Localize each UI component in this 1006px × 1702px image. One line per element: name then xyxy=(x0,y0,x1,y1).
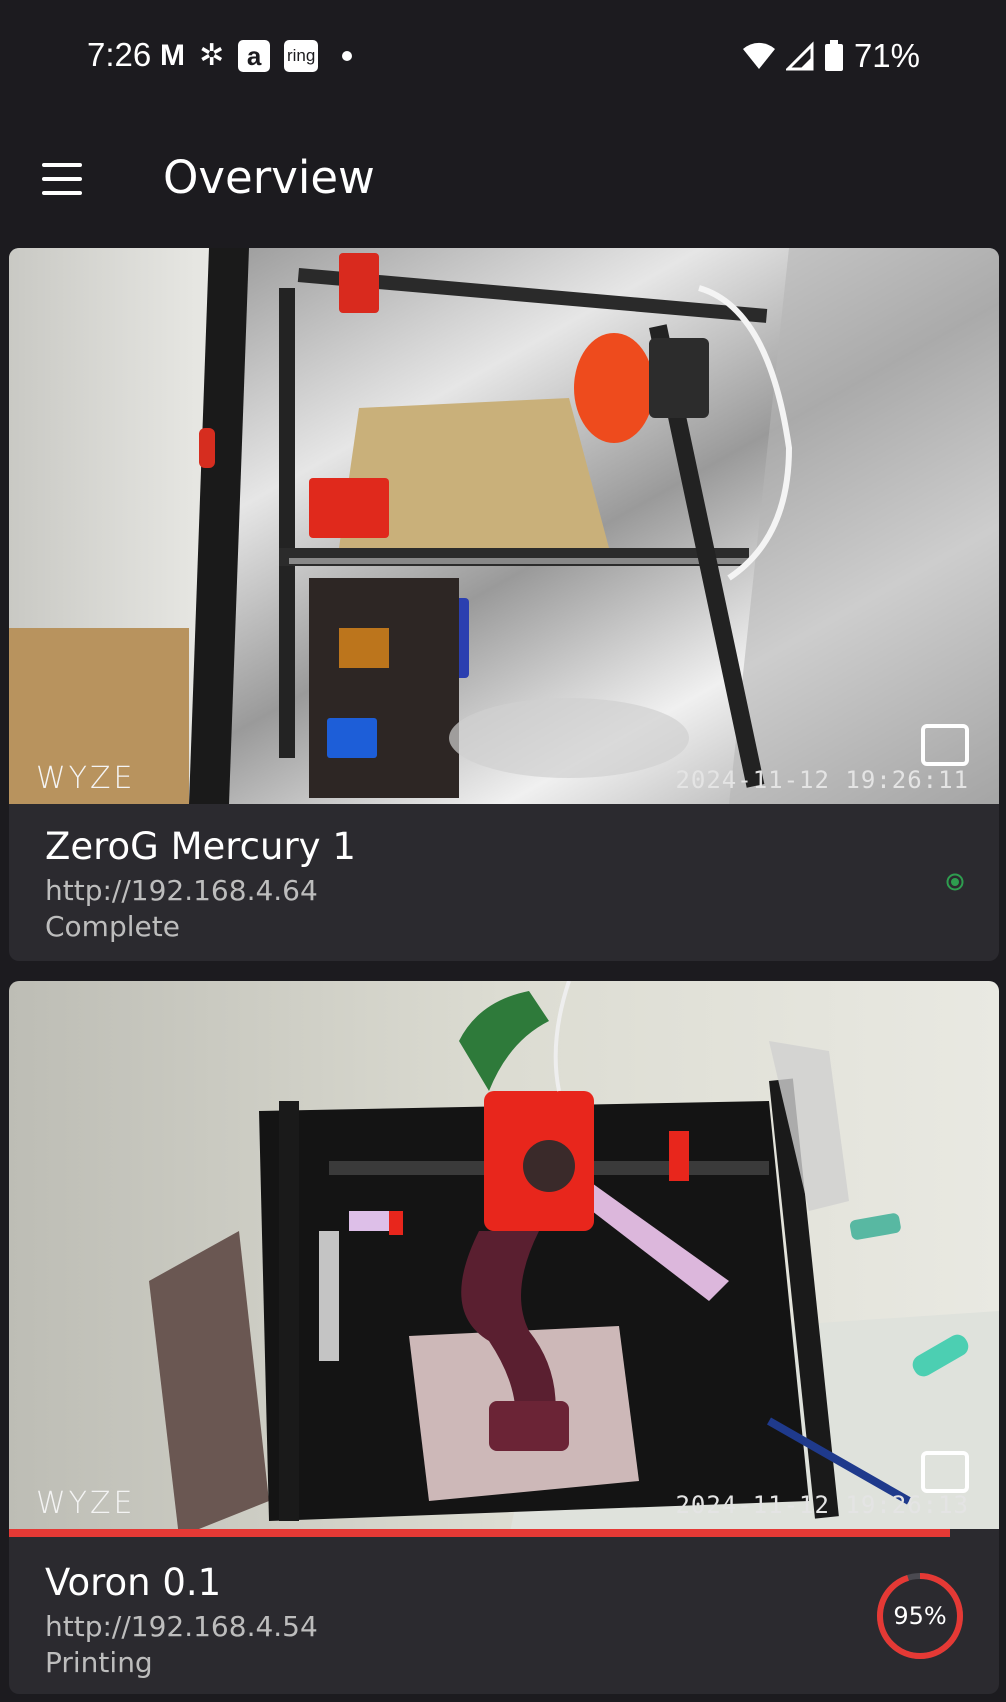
camera-brand-watermark: WYZE xyxy=(36,1486,136,1521)
notification-icons: M ✲ a ring xyxy=(160,36,353,76)
printer-name: Voron 0.1 xyxy=(45,1561,222,1604)
printer-status: Printing xyxy=(45,1646,153,1679)
dot-icon xyxy=(342,51,353,61)
camera-timestamp: 2024-11-12 19:26:13 xyxy=(675,1491,969,1519)
camera-image xyxy=(9,248,999,804)
printer-card-voron[interactable]: WYZE 2024-11-12 19:26:13 Voron 0.1 http:… xyxy=(9,981,999,1694)
print-progress-bar xyxy=(9,1529,999,1537)
menu-icon[interactable] xyxy=(40,163,84,195)
print-progress-ring: 95% xyxy=(874,1570,966,1662)
app-bar: Overview xyxy=(0,115,1006,235)
system-icons: 71% xyxy=(742,36,920,76)
print-progress-label: 95% xyxy=(893,1602,947,1630)
gmail-icon: M xyxy=(160,39,185,72)
cell-signal-icon xyxy=(785,41,814,71)
status-time: 7:26 xyxy=(87,36,152,73)
printer-card-zerog-mercury[interactable]: WYZE 2024-11-12 19:26:11 ZeroG Mercury 1… xyxy=(9,248,999,961)
printer-info: Voron 0.1 http://192.168.4.54 Printing xyxy=(45,1559,318,1681)
camera-timestamp: 2024-11-12 19:26:11 xyxy=(675,766,969,794)
ring-icon: ring xyxy=(284,40,319,72)
camera-feed[interactable]: WYZE 2024-11-12 19:26:13 xyxy=(9,981,999,1537)
printer-url: http://192.168.4.64 xyxy=(45,874,318,907)
status-bar: 7:26 M ✲ a ring 71% xyxy=(0,0,1006,115)
printer-info: ZeroG Mercury 1 http://192.168.4.64 Comp… xyxy=(45,823,356,945)
fullscreen-icon[interactable] xyxy=(921,1451,969,1493)
amazon-icon: a xyxy=(238,40,271,72)
printer-name: ZeroG Mercury 1 xyxy=(45,825,356,868)
online-status-icon xyxy=(946,873,964,891)
camera-feed[interactable]: WYZE 2024-11-12 19:26:11 xyxy=(9,248,999,804)
printer-url: http://192.168.4.54 xyxy=(45,1610,318,1643)
printer-status: Complete xyxy=(45,910,180,943)
fullscreen-icon[interactable] xyxy=(921,724,969,766)
camera-image xyxy=(9,981,999,1537)
camera-brand-watermark: WYZE xyxy=(36,761,136,796)
page-title: Overview xyxy=(163,151,375,204)
wifi-icon xyxy=(742,42,775,69)
battery-percent: 71% xyxy=(853,37,920,74)
battery-icon xyxy=(824,40,843,71)
fan-icon: ✲ xyxy=(199,38,225,73)
print-progress-fill xyxy=(9,1529,950,1537)
